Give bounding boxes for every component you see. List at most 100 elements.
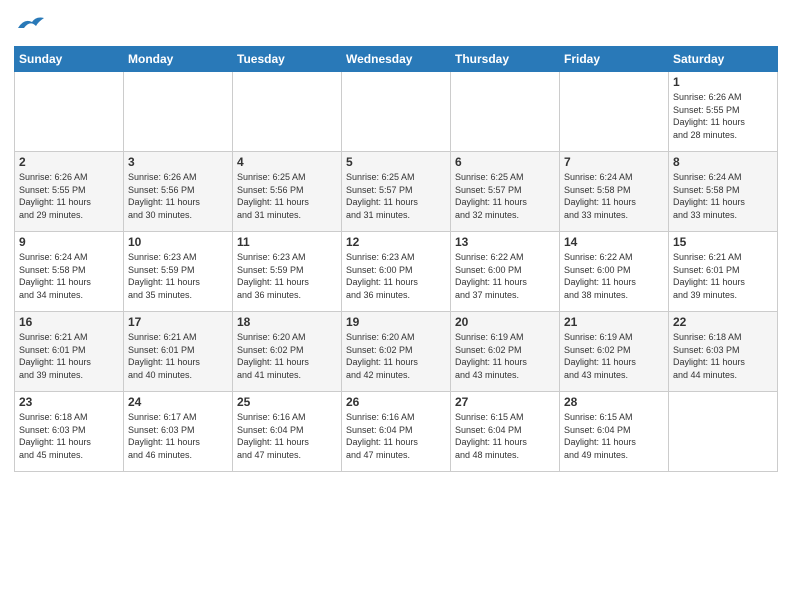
day-info: Sunrise: 6:25 AM Sunset: 5:56 PM Dayligh… bbox=[237, 171, 337, 221]
day-number: 6 bbox=[455, 155, 555, 169]
day-number: 2 bbox=[19, 155, 119, 169]
day-info: Sunrise: 6:26 AM Sunset: 5:55 PM Dayligh… bbox=[19, 171, 119, 221]
cal-cell: 21 Sunrise: 6:19 AM Sunset: 6:02 PM Dayli… bbox=[560, 312, 669, 392]
day-number: 4 bbox=[237, 155, 337, 169]
day-info: Sunrise: 6:25 AM Sunset: 5:57 PM Dayligh… bbox=[346, 171, 446, 221]
cal-cell: 2 Sunrise: 6:26 AM Sunset: 5:55 PM Daylig… bbox=[15, 152, 124, 232]
cal-cell: 15 Sunrise: 6:21 AM Sunset: 6:01 PM Dayli… bbox=[669, 232, 778, 312]
day-info: Sunrise: 6:22 AM Sunset: 6:00 PM Dayligh… bbox=[455, 251, 555, 301]
cal-cell bbox=[451, 72, 560, 152]
day-number: 8 bbox=[673, 155, 773, 169]
day-number: 23 bbox=[19, 395, 119, 409]
day-number: 25 bbox=[237, 395, 337, 409]
day-info: Sunrise: 6:24 AM Sunset: 5:58 PM Dayligh… bbox=[19, 251, 119, 301]
day-number: 10 bbox=[128, 235, 228, 249]
weekday-header-sunday: Sunday bbox=[15, 47, 124, 72]
cal-cell: 22 Sunrise: 6:18 AM Sunset: 6:03 PM Dayli… bbox=[669, 312, 778, 392]
cal-cell: 12 Sunrise: 6:23 AM Sunset: 6:00 PM Dayli… bbox=[342, 232, 451, 312]
cal-cell: 25 Sunrise: 6:16 AM Sunset: 6:04 PM Dayli… bbox=[233, 392, 342, 472]
day-number: 16 bbox=[19, 315, 119, 329]
day-number: 7 bbox=[564, 155, 664, 169]
day-info: Sunrise: 6:20 AM Sunset: 6:02 PM Dayligh… bbox=[237, 331, 337, 381]
day-number: 12 bbox=[346, 235, 446, 249]
day-info: Sunrise: 6:24 AM Sunset: 5:58 PM Dayligh… bbox=[673, 171, 773, 221]
cal-cell: 28 Sunrise: 6:15 AM Sunset: 6:04 PM Dayli… bbox=[560, 392, 669, 472]
weekday-header-tuesday: Tuesday bbox=[233, 47, 342, 72]
weekday-header-wednesday: Wednesday bbox=[342, 47, 451, 72]
cal-cell: 23 Sunrise: 6:18 AM Sunset: 6:03 PM Dayli… bbox=[15, 392, 124, 472]
day-number: 14 bbox=[564, 235, 664, 249]
day-info: Sunrise: 6:18 AM Sunset: 6:03 PM Dayligh… bbox=[19, 411, 119, 461]
day-number: 9 bbox=[19, 235, 119, 249]
cal-cell bbox=[560, 72, 669, 152]
day-info: Sunrise: 6:23 AM Sunset: 5:59 PM Dayligh… bbox=[128, 251, 228, 301]
cal-cell: 1 Sunrise: 6:26 AM Sunset: 5:55 PM Daylig… bbox=[669, 72, 778, 152]
day-info: Sunrise: 6:21 AM Sunset: 6:01 PM Dayligh… bbox=[128, 331, 228, 381]
day-info: Sunrise: 6:24 AM Sunset: 5:58 PM Dayligh… bbox=[564, 171, 664, 221]
weekday-header-monday: Monday bbox=[124, 47, 233, 72]
cal-cell: 10 Sunrise: 6:23 AM Sunset: 5:59 PM Dayli… bbox=[124, 232, 233, 312]
cal-cell bbox=[15, 72, 124, 152]
day-info: Sunrise: 6:16 AM Sunset: 6:04 PM Dayligh… bbox=[237, 411, 337, 461]
day-number: 20 bbox=[455, 315, 555, 329]
cal-cell: 7 Sunrise: 6:24 AM Sunset: 5:58 PM Daylig… bbox=[560, 152, 669, 232]
day-number: 22 bbox=[673, 315, 773, 329]
cal-cell: 8 Sunrise: 6:24 AM Sunset: 5:58 PM Daylig… bbox=[669, 152, 778, 232]
cal-cell: 19 Sunrise: 6:20 AM Sunset: 6:02 PM Dayli… bbox=[342, 312, 451, 392]
day-number: 26 bbox=[346, 395, 446, 409]
day-info: Sunrise: 6:19 AM Sunset: 6:02 PM Dayligh… bbox=[455, 331, 555, 381]
logo-bird-icon bbox=[16, 14, 46, 34]
cal-cell: 9 Sunrise: 6:24 AM Sunset: 5:58 PM Daylig… bbox=[15, 232, 124, 312]
cal-cell: 26 Sunrise: 6:16 AM Sunset: 6:04 PM Dayli… bbox=[342, 392, 451, 472]
day-info: Sunrise: 6:15 AM Sunset: 6:04 PM Dayligh… bbox=[455, 411, 555, 461]
day-number: 15 bbox=[673, 235, 773, 249]
cal-cell: 13 Sunrise: 6:22 AM Sunset: 6:00 PM Dayli… bbox=[451, 232, 560, 312]
day-number: 5 bbox=[346, 155, 446, 169]
day-number: 18 bbox=[237, 315, 337, 329]
day-number: 17 bbox=[128, 315, 228, 329]
day-info: Sunrise: 6:19 AM Sunset: 6:02 PM Dayligh… bbox=[564, 331, 664, 381]
weekday-header-saturday: Saturday bbox=[669, 47, 778, 72]
cal-cell: 5 Sunrise: 6:25 AM Sunset: 5:57 PM Daylig… bbox=[342, 152, 451, 232]
day-info: Sunrise: 6:21 AM Sunset: 6:01 PM Dayligh… bbox=[673, 251, 773, 301]
day-info: Sunrise: 6:22 AM Sunset: 6:00 PM Dayligh… bbox=[564, 251, 664, 301]
cal-cell: 24 Sunrise: 6:17 AM Sunset: 6:03 PM Dayli… bbox=[124, 392, 233, 472]
cal-cell bbox=[342, 72, 451, 152]
cal-cell: 14 Sunrise: 6:22 AM Sunset: 6:00 PM Dayli… bbox=[560, 232, 669, 312]
page: SundayMondayTuesdayWednesdayThursdayFrid… bbox=[0, 0, 792, 612]
weekday-header-friday: Friday bbox=[560, 47, 669, 72]
cal-cell: 18 Sunrise: 6:20 AM Sunset: 6:02 PM Dayli… bbox=[233, 312, 342, 392]
cal-cell: 11Sunrise: 6:23 AM Sunset: 5:59 PM Dayli… bbox=[233, 232, 342, 312]
cal-cell: 3 Sunrise: 6:26 AM Sunset: 5:56 PM Daylig… bbox=[124, 152, 233, 232]
day-number: 1 bbox=[673, 75, 773, 89]
calendar-table: SundayMondayTuesdayWednesdayThursdayFrid… bbox=[14, 46, 778, 472]
cal-cell: 27 Sunrise: 6:15 AM Sunset: 6:04 PM Dayli… bbox=[451, 392, 560, 472]
day-number: 11 bbox=[237, 235, 337, 249]
day-info: Sunrise: 6:20 AM Sunset: 6:02 PM Dayligh… bbox=[346, 331, 446, 381]
day-info: Sunrise: 6:17 AM Sunset: 6:03 PM Dayligh… bbox=[128, 411, 228, 461]
day-number: 27 bbox=[455, 395, 555, 409]
day-info: Sunrise: 6:25 AM Sunset: 5:57 PM Dayligh… bbox=[455, 171, 555, 221]
day-number: 21 bbox=[564, 315, 664, 329]
day-info: Sunrise: 6:26 AM Sunset: 5:55 PM Dayligh… bbox=[673, 91, 773, 141]
cal-cell: 16 Sunrise: 6:21 AM Sunset: 6:01 PM Dayli… bbox=[15, 312, 124, 392]
cal-cell bbox=[124, 72, 233, 152]
day-number: 24 bbox=[128, 395, 228, 409]
day-info: Sunrise: 6:18 AM Sunset: 6:03 PM Dayligh… bbox=[673, 331, 773, 381]
day-number: 19 bbox=[346, 315, 446, 329]
day-number: 28 bbox=[564, 395, 664, 409]
day-info: Sunrise: 6:21 AM Sunset: 6:01 PM Dayligh… bbox=[19, 331, 119, 381]
day-number: 3 bbox=[128, 155, 228, 169]
cal-cell: 4 Sunrise: 6:25 AM Sunset: 5:56 PM Daylig… bbox=[233, 152, 342, 232]
weekday-header-thursday: Thursday bbox=[451, 47, 560, 72]
cal-cell bbox=[233, 72, 342, 152]
header bbox=[14, 10, 778, 40]
day-info: Sunrise: 6:15 AM Sunset: 6:04 PM Dayligh… bbox=[564, 411, 664, 461]
day-info: Sunrise: 6:23 AM Sunset: 6:00 PM Dayligh… bbox=[346, 251, 446, 301]
day-info: Sunrise: 6:16 AM Sunset: 6:04 PM Dayligh… bbox=[346, 411, 446, 461]
logo bbox=[14, 14, 46, 40]
cal-cell: 17 Sunrise: 6:21 AM Sunset: 6:01 PM Dayli… bbox=[124, 312, 233, 392]
cal-cell: 20 Sunrise: 6:19 AM Sunset: 6:02 PM Dayli… bbox=[451, 312, 560, 392]
day-number: 13 bbox=[455, 235, 555, 249]
day-info: Sunrise: 6:26 AM Sunset: 5:56 PM Dayligh… bbox=[128, 171, 228, 221]
